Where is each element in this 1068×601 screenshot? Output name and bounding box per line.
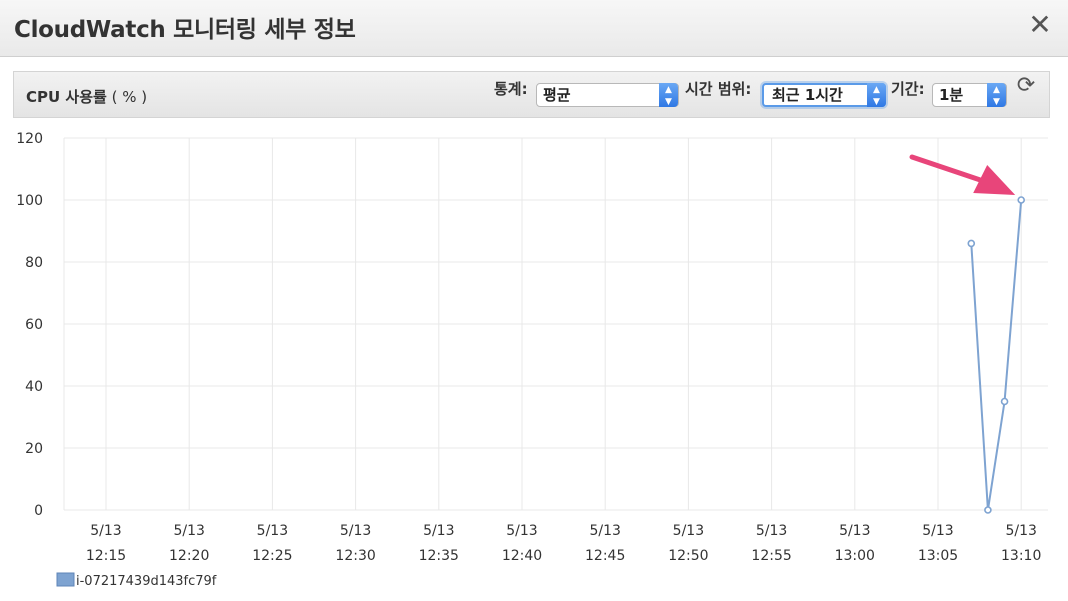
chevron-updown-icon: ▲ ▼ <box>659 83 678 107</box>
metric-toolbar: CPU 사용률 ( % ) 통계: 평균 ▲ ▼ 시간 범위: 최근 1시간 ▲ ▼… <box>13 71 1050 118</box>
close-icon[interactable]: ✕ <box>1026 8 1054 42</box>
x-tick-label-time: 12:40 <box>502 548 542 564</box>
x-tick-label-time: 12:25 <box>252 548 292 564</box>
x-tick-label-date: 5/13 <box>922 523 953 539</box>
period-label: 기간: <box>891 80 925 98</box>
dialog-title: CloudWatch 모니터링 세부 정보 <box>14 17 356 43</box>
period-select[interactable]: 1분 ▲ ▼ <box>932 83 1007 107</box>
x-tick-label-time: 12:30 <box>335 548 375 564</box>
x-tick-label-date: 5/13 <box>257 523 288 539</box>
legend-swatch <box>56 572 75 587</box>
refresh-icon[interactable]: ⟳ <box>1014 74 1038 98</box>
x-tick-label-date: 5/13 <box>756 523 787 539</box>
x-tick-label-time: 13:05 <box>918 548 958 564</box>
data-point <box>984 506 992 514</box>
dialog-header: CloudWatch 모니터링 세부 정보 ✕ <box>0 0 1068 57</box>
series-line <box>970 199 1023 511</box>
metric-unit: ( % ) <box>106 88 148 106</box>
data-point <box>967 239 976 248</box>
range-select[interactable]: 최근 1시간 ▲ ▼ <box>762 83 886 107</box>
x-tick-label-date: 5/13 <box>839 523 870 539</box>
x-tick-label-time: 12:55 <box>751 548 791 564</box>
y-tick-label: 0 <box>34 503 43 519</box>
x-tick-label-time: 12:50 <box>668 548 708 564</box>
y-tick-label: 20 <box>25 441 43 457</box>
x-tick-label-time: 12:20 <box>169 548 209 564</box>
statistic-value: 평균 <box>543 86 571 104</box>
x-tick-label-date: 5/13 <box>506 523 537 539</box>
data-point <box>1017 196 1026 204</box>
x-tick-label-date: 5/13 <box>90 523 121 539</box>
period-value: 1분 <box>939 86 964 104</box>
cpu-chart: 0 20 40 60 80 100 120 5/13 12:15 5/13 12:20 5/13 12:… <box>16 131 1048 589</box>
x-tick-label-time: 12:15 <box>86 548 126 564</box>
x-tick-label-time: 12:45 <box>585 548 625 564</box>
metric-title: CPU 사용률 ( % ) <box>26 86 147 107</box>
x-tick-label-time: 12:35 <box>419 548 459 564</box>
y-tick-label: 60 <box>25 317 43 333</box>
range-value: 최근 1시간 <box>772 86 843 104</box>
y-tick-label: 80 <box>25 255 43 271</box>
chevron-updown-icon: ▲ ▼ <box>987 83 1006 107</box>
metric-name: CPU 사용률 <box>26 88 107 106</box>
y-tick-label: 120 <box>16 131 43 147</box>
statistic-label: 통계: <box>494 80 528 98</box>
range-label: 시간 범위: <box>685 80 752 98</box>
annotation-arrow-shaft <box>909 154 992 186</box>
x-tick-label-date: 5/13 <box>340 523 371 539</box>
chevron-updown-icon: ▲ ▼ <box>867 83 886 107</box>
x-tick-label-date: 5/13 <box>673 523 704 539</box>
y-tick-label: 40 <box>25 379 43 395</box>
statistic-select[interactable]: 평균 ▲ ▼ <box>536 83 679 107</box>
x-tick-label-time: 13:10 <box>1001 548 1041 564</box>
x-tick-label-date: 5/13 <box>589 523 620 539</box>
x-tick-label-date: 5/13 <box>1005 523 1036 539</box>
x-tick-label-time: 13:00 <box>835 548 875 564</box>
y-tick-label: 100 <box>16 193 43 209</box>
data-point <box>1000 397 1009 406</box>
x-tick-label-date: 5/13 <box>173 523 204 539</box>
x-tick-label-date: 5/13 <box>423 523 454 539</box>
legend-label: i-07217439d143fc79f <box>76 574 217 589</box>
chart-area: 0 20 40 60 80 100 120 5/13 12:15 5/13 12:20 5/13 12:… <box>0 120 1068 597</box>
